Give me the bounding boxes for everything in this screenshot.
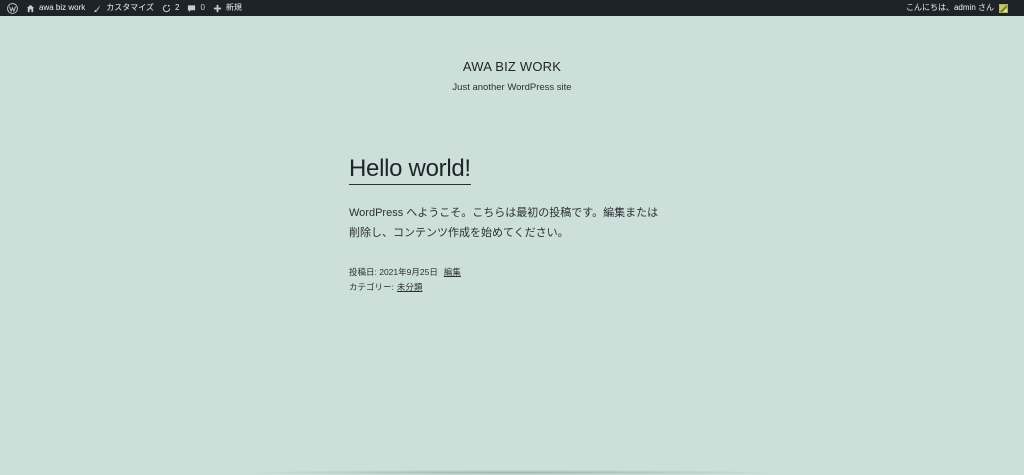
- post-date-row: 投稿日: 2021年9月25日 編集: [349, 265, 679, 280]
- admin-bar: awa biz work カスタマイズ 2 0 新規 こんにちは、admin さ…: [0, 0, 1024, 16]
- site-name-menu[interactable]: awa biz work: [22, 0, 89, 16]
- customize-button[interactable]: カスタマイズ: [89, 0, 158, 16]
- updates-icon: [162, 4, 171, 12]
- new-content-button[interactable]: 新規: [209, 0, 246, 16]
- updates-count: 2: [175, 3, 180, 12]
- my-account-menu[interactable]: こんにちは、admin さん: [902, 0, 1012, 16]
- avatar: [999, 3, 1008, 13]
- post-title-link[interactable]: Hello world!: [349, 154, 471, 185]
- post-category-row: カテゴリー: 未分類: [349, 280, 679, 295]
- footer-shadow: [235, 470, 790, 475]
- comment-icon: [188, 4, 196, 12]
- customize-label: カスタマイズ: [106, 3, 155, 12]
- comments-count: 0: [200, 3, 205, 12]
- site-header: AWA BIZ WORK Just another WordPress site: [0, 58, 1024, 93]
- wordpress-icon: [7, 2, 18, 14]
- category-link[interactable]: 未分類: [397, 282, 423, 292]
- edit-post-link[interactable]: 編集: [444, 267, 461, 277]
- category-label: カテゴリー:: [349, 282, 394, 292]
- site-title-link[interactable]: AWA BIZ WORK: [463, 59, 561, 74]
- site-name-label: awa biz work: [39, 3, 86, 12]
- site-description: Just another WordPress site: [452, 82, 572, 93]
- paintbrush-icon: [94, 4, 101, 12]
- wordpress-logo-button[interactable]: [3, 0, 22, 16]
- admin-bar-right: こんにちは、admin さん: [902, 0, 1012, 16]
- updates-button[interactable]: 2: [158, 0, 183, 16]
- home-icon: [26, 4, 35, 12]
- greeting-label: こんにちは、admin さん: [905, 3, 994, 12]
- plus-icon: [213, 4, 222, 12]
- comments-button[interactable]: 0: [183, 0, 208, 16]
- admin-bar-left: awa biz work カスタマイズ 2 0 新規: [3, 0, 246, 16]
- post-date: 投稿日: 2021年9月25日: [349, 267, 438, 277]
- new-label: 新規: [225, 3, 242, 12]
- post-content: WordPress へようこそ。こちらは最初の投稿です。編集または削除し、コンテ…: [349, 207, 659, 239]
- post-article: Hello world! WordPress へようこそ。こちらは最初の投稿です…: [349, 154, 679, 295]
- post-meta: 投稿日: 2021年9月25日 編集 カテゴリー: 未分類: [349, 265, 679, 295]
